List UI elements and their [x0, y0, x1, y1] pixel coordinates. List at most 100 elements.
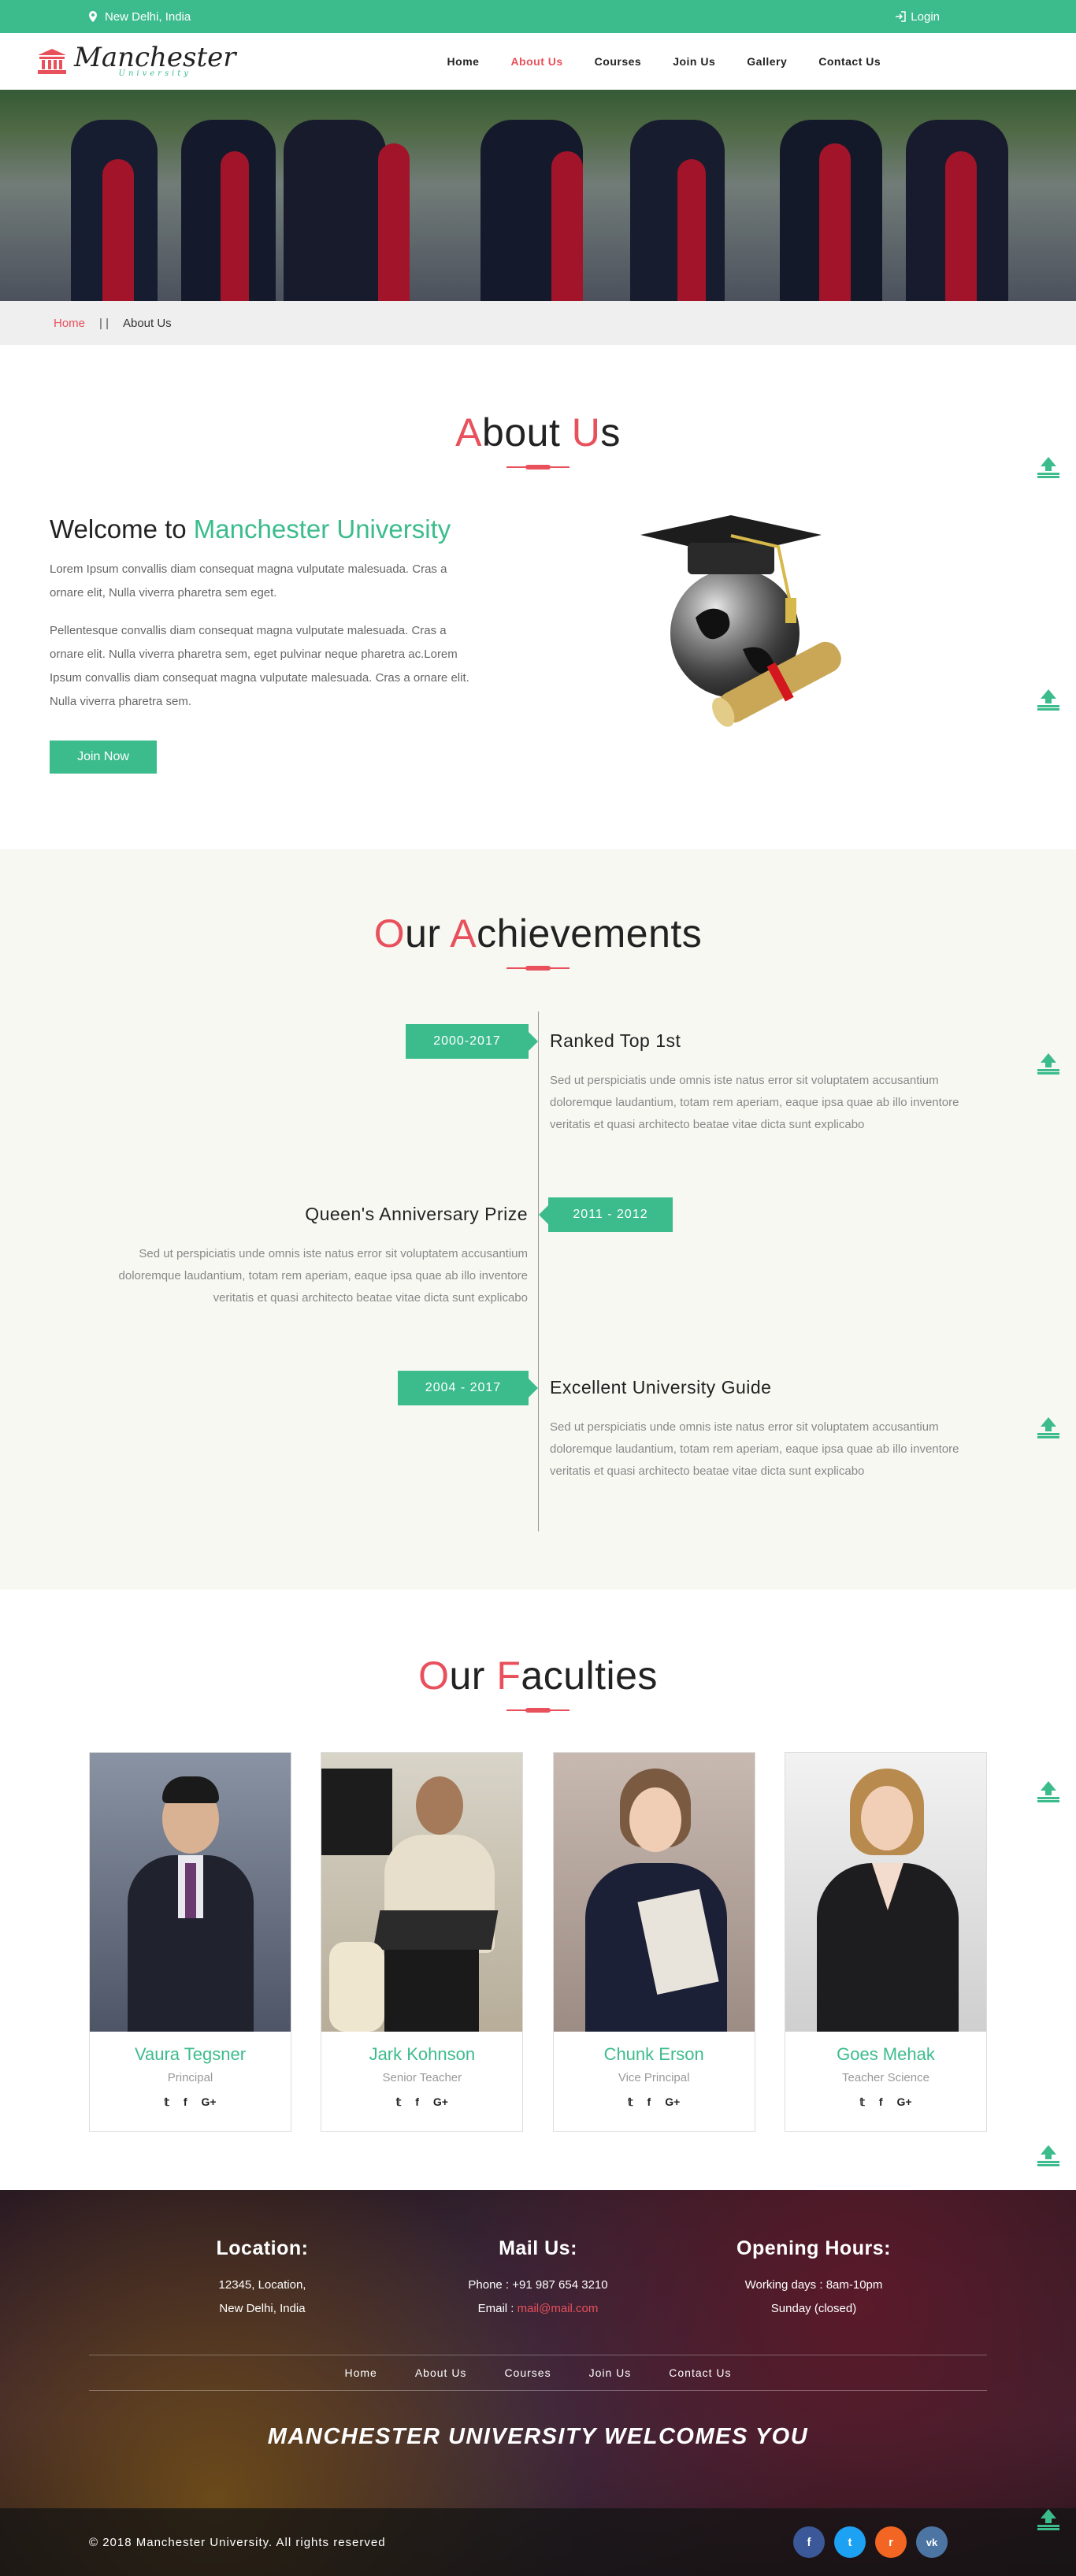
- map-marker-icon: [89, 11, 97, 22]
- faculty-photo: [321, 1753, 523, 2032]
- about-paragraph-1: Lorem Ipsum convallis diam consequat mag…: [50, 562, 447, 599]
- footer-nav-join-us[interactable]: Join Us: [570, 2366, 651, 2379]
- nav-contact-us[interactable]: Contact Us: [803, 55, 896, 68]
- footer-welcome-text: MANCHESTER UNIVERSITY WELCOMES YOU: [267, 2424, 809, 2449]
- footer-socials: f t r vk: [793, 2526, 948, 2558]
- breadcrumb-current: About Us: [122, 316, 172, 330]
- vk-icon[interactable]: vk: [916, 2526, 948, 2558]
- footer-address-line-1: 12345, Location,: [218, 2278, 306, 2292]
- facebook-icon[interactable]: f: [415, 2095, 419, 2109]
- facebook-icon[interactable]: f: [879, 2095, 883, 2109]
- footer-mail-title: Mail Us:: [499, 2237, 577, 2259]
- timeline-item-text: Sed ut perspiciatis unde omnis iste natu…: [550, 1420, 959, 1478]
- hero-banner-image: [0, 90, 1076, 301]
- facebook-icon[interactable]: f: [647, 2095, 651, 2109]
- footer-hours: Opening Hours: Working days : 8am-10pm S…: [696, 2237, 932, 2320]
- scroll-to-top-icon[interactable]: [1035, 1780, 1062, 1803]
- university-building-icon: [38, 49, 66, 74]
- facebook-icon[interactable]: f: [184, 2095, 187, 2109]
- faculty-card[interactable]: Jark Kohnson Senior Teacher 𝕥 f G+: [321, 1752, 524, 2132]
- about-title: About Us: [455, 410, 621, 455]
- footer-hours-title: Opening Hours:: [737, 2237, 891, 2259]
- faculty-card[interactable]: Chunk Erson Vice Principal 𝕥 f G+: [552, 1752, 755, 2132]
- join-now-button[interactable]: Join Now: [50, 741, 157, 774]
- footer-nav-contact-us[interactable]: Contact Us: [650, 2366, 750, 2379]
- logo-title: Manchester: [74, 41, 236, 73]
- nav-about-us[interactable]: About Us: [495, 55, 578, 68]
- faculties-section: Our Faculties Vaura Tegsner Principal 𝕥f…: [0, 1590, 1076, 2192]
- welcome-heading: Welcome to Manchester University: [50, 514, 451, 544]
- site-logo[interactable]: Manchester University: [38, 41, 236, 78]
- scroll-to-top-icon[interactable]: [1035, 2144, 1062, 2167]
- google-plus-icon[interactable]: G+: [897, 2095, 912, 2109]
- faculty-name: Chunk Erson: [603, 2044, 704, 2064]
- timeline-item-title: Queen's Anniversary Prize: [305, 1204, 528, 1224]
- google-plus-icon[interactable]: G+: [202, 2095, 217, 2109]
- faculty-name: Vaura Tegsner: [134, 2044, 247, 2064]
- faculty-photo: [785, 1753, 986, 2032]
- timeline-item-text: Sed ut perspiciatis unde omnis iste natu…: [550, 1074, 959, 1131]
- nav-join-us[interactable]: Join Us: [657, 55, 731, 68]
- location-text: New Delhi, India: [105, 9, 191, 24]
- about-paragraph-2: Pellentesque convallis diam consequat ma…: [50, 624, 469, 708]
- footer-nav-courses[interactable]: Courses: [485, 2366, 570, 2379]
- faculty-photo: [553, 1753, 755, 2032]
- breadcrumb: Home | | About Us: [0, 301, 1076, 345]
- faculty-role: Teacher Science: [842, 2071, 929, 2084]
- twitter-icon[interactable]: t: [834, 2526, 866, 2558]
- faculty-role: Vice Principal: [618, 2071, 690, 2084]
- timeline-date-badge: 2011 - 2012: [539, 1197, 673, 1232]
- facebook-icon[interactable]: f: [793, 2526, 825, 2558]
- achievements-section: Our Achievements 2000-2017 Ranked Top 1s…: [0, 849, 1076, 1590]
- footer-location-title: Location:: [216, 2237, 309, 2259]
- twitter-icon[interactable]: 𝕥: [396, 2095, 402, 2109]
- footer-menu: Home About Us Courses Join Us Contact Us: [0, 2366, 1076, 2379]
- scroll-to-top-icon[interactable]: [1035, 1416, 1062, 1439]
- nav-courses[interactable]: Courses: [579, 55, 658, 68]
- copyright-text: © 2018 Manchester University. All rights…: [89, 2535, 386, 2549]
- achievements-timeline: 2000-2017 Ranked Top 1st Sed ut perspici…: [0, 1011, 1076, 1531]
- scroll-to-top-icon[interactable]: [1035, 688, 1062, 711]
- nav-home[interactable]: Home: [432, 55, 495, 68]
- twitter-icon[interactable]: 𝕥: [164, 2095, 169, 2109]
- rss-icon[interactable]: r: [875, 2526, 907, 2558]
- footer-nav-about-us[interactable]: About Us: [396, 2366, 486, 2379]
- faculties-title: Our Faculties: [418, 1654, 658, 1698]
- site-footer: Location: 12345, Location, New Delhi, In…: [0, 2190, 1076, 2576]
- title-divider: [506, 465, 570, 470]
- footer-nav-home[interactable]: Home: [325, 2366, 395, 2379]
- faculty-name: Goes Mehak: [837, 2044, 935, 2064]
- twitter-icon[interactable]: 𝕥: [859, 2095, 865, 2109]
- timeline-line: [538, 1011, 539, 1531]
- footer-hours-line-1: Working days : 8am-10pm: [744, 2278, 883, 2292]
- top-bar: New Delhi, India Login: [0, 0, 1076, 33]
- login-label: Login: [911, 9, 940, 24]
- nav-gallery[interactable]: Gallery: [731, 55, 803, 68]
- sign-in-icon: [896, 11, 907, 22]
- breadcrumb-separator: | |: [99, 316, 109, 330]
- scroll-to-top-icon[interactable]: [1035, 2507, 1062, 2531]
- google-plus-icon[interactable]: G+: [665, 2095, 680, 2109]
- breadcrumb-home-link[interactable]: Home: [54, 317, 85, 330]
- about-section: About Us Welcome to Manchester Universit…: [0, 345, 1076, 849]
- scroll-to-top-icon[interactable]: [1035, 455, 1062, 479]
- copyright-bar: © 2018 Manchester University. All rights…: [0, 2508, 1076, 2576]
- footer-email-link[interactable]: mail@mail.com: [518, 2302, 599, 2315]
- location-info: New Delhi, India: [89, 10, 191, 24]
- faculty-photo: [90, 1753, 291, 2032]
- timeline-item-title: Excellent University Guide: [550, 1377, 772, 1397]
- nav-menu: Home About Us Courses Join Us Gallery Co…: [432, 55, 897, 68]
- footer-email-line: Email : mail@mail.com: [477, 2302, 599, 2315]
- google-plus-icon[interactable]: G+: [433, 2095, 448, 2109]
- timeline-date-badge: 2000-2017: [406, 1024, 538, 1059]
- faculty-card[interactable]: Goes Mehak Teacher Science 𝕥 f G+: [784, 1752, 987, 2132]
- faculty-card[interactable]: Vaura Tegsner Principal 𝕥 f G+: [89, 1752, 291, 2132]
- login-link[interactable]: Login: [895, 10, 940, 24]
- faculty-role: Principal: [167, 2071, 213, 2084]
- title-divider: [506, 1708, 570, 1713]
- twitter-icon[interactable]: 𝕥: [628, 2095, 633, 2109]
- timeline-date-badge: 2004 - 2017: [398, 1371, 538, 1405]
- graduation-globe-image: [640, 515, 841, 727]
- scroll-to-top-icon[interactable]: [1035, 1052, 1062, 1075]
- footer-hours-line-2: Sunday (closed): [770, 2302, 857, 2315]
